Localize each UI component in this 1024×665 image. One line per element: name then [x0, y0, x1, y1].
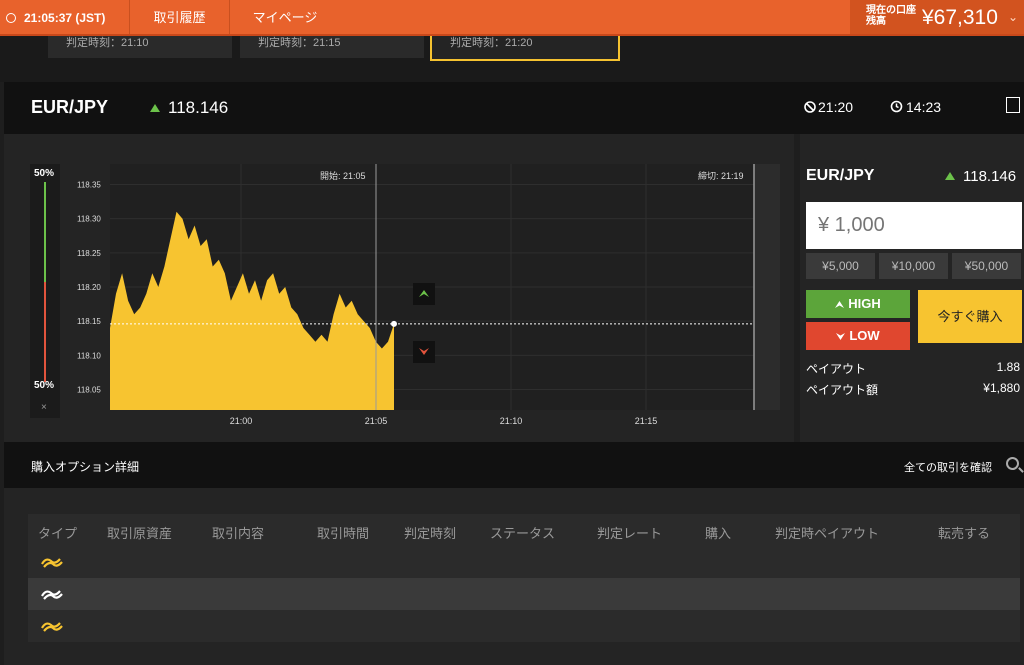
high-marker[interactable]	[413, 283, 435, 305]
end-label: 締切: 21:19	[698, 170, 744, 181]
high-low-type-icon	[41, 590, 63, 600]
col-payout: 判定時ペイアウト	[775, 526, 880, 541]
down-arrow-icon	[836, 333, 846, 340]
trade-rate: 118.146	[945, 168, 1016, 185]
col-type: タイプ	[38, 526, 78, 541]
asset-pair: EUR/JPY	[31, 97, 109, 117]
payout-label: ペイアウト	[806, 362, 867, 376]
y-tick-label: 118.30	[77, 215, 101, 224]
payout-amount-value: ¥1,880	[983, 381, 1020, 395]
amount-input[interactable]	[806, 202, 1022, 249]
high-low-type-icon	[41, 622, 63, 632]
low-marker[interactable]	[413, 341, 435, 363]
balance-value: ¥67,310	[922, 6, 998, 29]
view-all-trades-link[interactable]: 全ての取引を確認	[904, 459, 992, 475]
x-axis-ticks: 21:00 21:05 21:10 21:15	[230, 416, 658, 426]
trade-pair: EUR/JPY	[806, 167, 875, 184]
low-button[interactable]: LOW	[806, 322, 910, 350]
option-card-selected[interactable]: 判定時刻：21:20	[430, 36, 620, 61]
high-low-type-icon	[41, 558, 63, 568]
clock-icon	[6, 13, 16, 23]
purchase-details-bar: 購入オプション詳細 全ての取引を確認	[4, 442, 1024, 488]
option-card[interactable]: 判定時刻：21:15	[240, 36, 424, 58]
quick-amount-50000[interactable]: ¥50,000	[952, 253, 1021, 279]
table-row[interactable]	[28, 610, 1020, 642]
nav-trade-history[interactable]: 取引履歴	[130, 0, 230, 34]
col-status: ステータス	[490, 526, 556, 541]
trade-rate-value: 118.146	[963, 168, 1017, 185]
buy-now-button[interactable]: 今すぐ購入	[918, 290, 1022, 343]
col-resell: 転売する	[938, 526, 991, 541]
col-judge-time: 判定時刻	[404, 526, 457, 541]
asset-header: EUR/JPY 118.146 21:20 14:23	[4, 82, 1024, 134]
x-tick-label: 21:05	[365, 416, 388, 426]
details-title: 購入オプション詳細	[31, 460, 140, 474]
y-tick-label: 118.35	[77, 181, 101, 190]
asset-rate-value: 118.146	[168, 98, 229, 117]
server-clock: 21:05:37 (JST)	[0, 0, 130, 34]
search-icon[interactable]	[1006, 457, 1019, 470]
price-chart: 118.35 118.30 118.25 118.20 118.15 118.10 118.…	[77, 164, 780, 426]
chevron-down-icon[interactable]: ⌄	[1008, 0, 1018, 34]
history-clock-icon	[890, 100, 903, 113]
up-arrow-icon	[835, 301, 845, 308]
y-tick-label: 118.20	[77, 283, 101, 292]
current-rate-dot	[391, 320, 397, 327]
low-label: LOW	[849, 328, 880, 343]
start-label: 開始: 21:05	[320, 170, 366, 181]
col-purchase: 購入	[705, 526, 732, 541]
x-tick-label: 21:15	[635, 416, 658, 426]
col-trade-time: 取引時間	[317, 526, 370, 541]
up-arrow-icon	[945, 172, 955, 180]
top-bar: 21:05:37 (JST) 取引履歴 マイページ 現在の口座残高 ¥67,31…	[0, 0, 1024, 36]
asset-rate: 118.146	[150, 98, 228, 118]
expand-icon[interactable]	[1006, 97, 1020, 113]
col-content: 取引内容	[212, 526, 265, 541]
option-strip: 判定時刻：21:10 判定時刻：21:15 判定時刻：21:20	[0, 36, 1024, 82]
y-axis-ticks: 118.35 118.30 118.25 118.20 118.15 118.10 118.…	[77, 181, 101, 395]
col-judge-rate: 判定レート	[597, 526, 663, 541]
payout-value: 1.88	[996, 360, 1020, 374]
remaining-time-value: 14:23	[906, 99, 942, 115]
payout-amount-label: ペイアウト額	[806, 383, 879, 397]
y-tick-label: 118.05	[77, 386, 101, 395]
x-tick-label: 21:00	[230, 416, 253, 426]
close-time-value: 21:20	[818, 99, 854, 115]
up-arrow-icon	[150, 104, 160, 112]
balance-label: 現在の口座残高	[866, 5, 916, 27]
remaining-time: 14:23	[890, 99, 941, 115]
high-button[interactable]: HIGH	[806, 290, 910, 318]
y-tick-label: 118.10	[77, 351, 101, 360]
close-time: 21:20	[804, 99, 853, 115]
chart-hatched-zone	[754, 164, 780, 410]
quick-amount-10000[interactable]: ¥10,000	[879, 253, 948, 279]
col-asset: 取引原資産	[107, 526, 173, 541]
clock-text: 21:05:37 (JST)	[24, 11, 106, 25]
y-tick-label: 118.25	[77, 249, 101, 258]
y-tick-label: 118.15	[77, 317, 101, 326]
option-card[interactable]: 判定時刻：21:10	[48, 36, 232, 58]
table-row[interactable]	[28, 546, 1020, 578]
x-tick-label: 21:10	[500, 416, 523, 426]
nav-my-page[interactable]: マイページ	[230, 0, 340, 34]
no-entry-icon	[804, 101, 816, 113]
high-label: HIGH	[848, 296, 881, 311]
account-balance[interactable]: 現在の口座残高 ¥67,310 ⌄	[850, 0, 1024, 34]
quick-amount-5000[interactable]: ¥5,000	[806, 253, 875, 279]
trade-panel: EUR/JPY 118.146 ¥5,000 ¥10,000 ¥50,000 H…	[800, 134, 1024, 442]
table-row[interactable]	[28, 578, 1020, 610]
